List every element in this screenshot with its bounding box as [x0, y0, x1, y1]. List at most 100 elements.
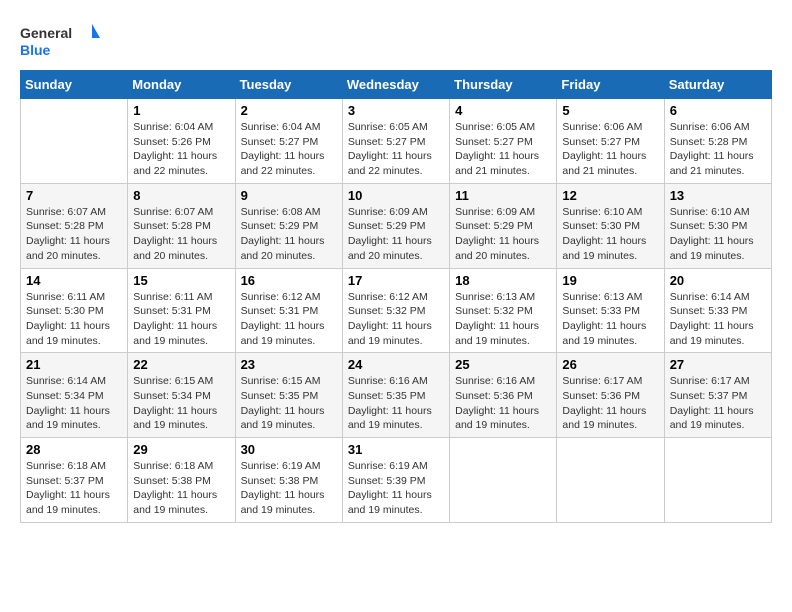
day-info: Sunrise: 6:14 AM Sunset: 5:34 PM Dayligh… [26, 374, 122, 433]
day-number: 2 [241, 103, 337, 118]
day-info: Sunrise: 6:15 AM Sunset: 5:34 PM Dayligh… [133, 374, 229, 433]
calendar-cell: 15Sunrise: 6:11 AM Sunset: 5:31 PM Dayli… [128, 268, 235, 353]
calendar-cell: 18Sunrise: 6:13 AM Sunset: 5:32 PM Dayli… [450, 268, 557, 353]
day-info: Sunrise: 6:12 AM Sunset: 5:31 PM Dayligh… [241, 290, 337, 349]
svg-text:General: General [20, 25, 72, 41]
day-number: 28 [26, 442, 122, 457]
calendar-cell: 19Sunrise: 6:13 AM Sunset: 5:33 PM Dayli… [557, 268, 664, 353]
calendar-cell: 8 Sunrise: 6:07 AM Sunset: 5:28 PM Daylig… [128, 183, 235, 268]
day-info: Sunrise: 6:14 AM Sunset: 5:33 PM Dayligh… [670, 290, 766, 349]
day-number: 25 [455, 357, 551, 372]
day-number: 30 [241, 442, 337, 457]
calendar-cell: 16 Sunrise: 6:12 AM Sunset: 5:31 PM Dayli… [235, 268, 342, 353]
day-info: Sunrise: 6:17 AM Sunset: 5:36 PM Dayligh… [562, 374, 658, 433]
calendar-table: SundayMondayTuesdayWednesdayThursdayFrid… [20, 70, 772, 523]
page-header: General Blue [20, 20, 772, 60]
calendar-cell: 7 Sunrise: 6:07 AM Sunset: 5:28 PM Daylig… [21, 183, 128, 268]
calendar-cell: 24Sunrise: 6:16 AM Sunset: 5:35 PM Dayli… [342, 353, 449, 438]
weekday-header-tuesday: Tuesday [235, 71, 342, 99]
weekday-header-row: SundayMondayTuesdayWednesdayThursdayFrid… [21, 71, 772, 99]
weekday-header-wednesday: Wednesday [342, 71, 449, 99]
day-number: 10 [348, 188, 444, 203]
day-info: Sunrise: 6:06 AM Sunset: 5:27 PM Dayligh… [562, 120, 658, 179]
day-info: Sunrise: 6:18 AM Sunset: 5:38 PM Dayligh… [133, 459, 229, 518]
day-info: Sunrise: 6:05 AM Sunset: 5:27 PM Dayligh… [455, 120, 551, 179]
day-info: Sunrise: 6:10 AM Sunset: 5:30 PM Dayligh… [670, 205, 766, 264]
weekday-header-thursday: Thursday [450, 71, 557, 99]
day-number: 1 [133, 103, 229, 118]
day-number: 7 [26, 188, 122, 203]
logo: General Blue [20, 20, 100, 60]
week-row-5: 28 Sunrise: 6:18 AM Sunset: 5:37 PM Dayli… [21, 438, 772, 523]
day-number: 11 [455, 188, 551, 203]
day-number: 17 [348, 273, 444, 288]
calendar-cell: 9Sunrise: 6:08 AM Sunset: 5:29 PM Daylig… [235, 183, 342, 268]
day-number: 16 [241, 273, 337, 288]
logo-icon: General Blue [20, 20, 100, 60]
calendar-cell: 2 Sunrise: 6:04 AM Sunset: 5:27 PM Daylig… [235, 99, 342, 184]
weekday-header-friday: Friday [557, 71, 664, 99]
day-number: 27 [670, 357, 766, 372]
day-number: 13 [670, 188, 766, 203]
calendar-cell: 10 Sunrise: 6:09 AM Sunset: 5:29 PM Dayli… [342, 183, 449, 268]
day-info: Sunrise: 6:12 AM Sunset: 5:32 PM Dayligh… [348, 290, 444, 349]
weekday-header-saturday: Saturday [664, 71, 771, 99]
calendar-cell: 17 Sunrise: 6:12 AM Sunset: 5:32 PM Dayli… [342, 268, 449, 353]
day-number: 23 [241, 357, 337, 372]
calendar-cell: 23 Sunrise: 6:15 AM Sunset: 5:35 PM Dayli… [235, 353, 342, 438]
calendar-cell: 26Sunrise: 6:17 AM Sunset: 5:36 PM Dayli… [557, 353, 664, 438]
calendar-cell: 11 Sunrise: 6:09 AM Sunset: 5:29 PM Dayli… [450, 183, 557, 268]
week-row-1: 1 Sunrise: 6:04 AM Sunset: 5:26 PM Daylig… [21, 99, 772, 184]
day-number: 4 [455, 103, 551, 118]
day-number: 29 [133, 442, 229, 457]
day-number: 14 [26, 273, 122, 288]
week-row-3: 14 Sunrise: 6:11 AM Sunset: 5:30 PM Dayli… [21, 268, 772, 353]
day-info: Sunrise: 6:07 AM Sunset: 5:28 PM Dayligh… [133, 205, 229, 264]
calendar-cell: 29 Sunrise: 6:18 AM Sunset: 5:38 PM Dayli… [128, 438, 235, 523]
calendar-cell: 13 Sunrise: 6:10 AM Sunset: 5:30 PM Dayli… [664, 183, 771, 268]
day-number: 6 [670, 103, 766, 118]
day-info: Sunrise: 6:19 AM Sunset: 5:39 PM Dayligh… [348, 459, 444, 518]
calendar-cell: 6Sunrise: 6:06 AM Sunset: 5:28 PM Daylig… [664, 99, 771, 184]
day-info: Sunrise: 6:19 AM Sunset: 5:38 PM Dayligh… [241, 459, 337, 518]
day-number: 3 [348, 103, 444, 118]
calendar-cell: 27Sunrise: 6:17 AM Sunset: 5:37 PM Dayli… [664, 353, 771, 438]
calendar-cell: 28 Sunrise: 6:18 AM Sunset: 5:37 PM Dayli… [21, 438, 128, 523]
day-info: Sunrise: 6:11 AM Sunset: 5:30 PM Dayligh… [26, 290, 122, 349]
day-number: 21 [26, 357, 122, 372]
day-number: 8 [133, 188, 229, 203]
calendar-cell: 31 Sunrise: 6:19 AM Sunset: 5:39 PM Dayli… [342, 438, 449, 523]
weekday-header-monday: Monday [128, 71, 235, 99]
week-row-4: 21 Sunrise: 6:14 AM Sunset: 5:34 PM Dayli… [21, 353, 772, 438]
day-info: Sunrise: 6:09 AM Sunset: 5:29 PM Dayligh… [455, 205, 551, 264]
day-info: Sunrise: 6:08 AM Sunset: 5:29 PM Dayligh… [241, 205, 337, 264]
day-info: Sunrise: 6:04 AM Sunset: 5:27 PM Dayligh… [241, 120, 337, 179]
day-info: Sunrise: 6:13 AM Sunset: 5:32 PM Dayligh… [455, 290, 551, 349]
calendar-cell: 1 Sunrise: 6:04 AM Sunset: 5:26 PM Daylig… [128, 99, 235, 184]
weekday-header-sunday: Sunday [21, 71, 128, 99]
day-info: Sunrise: 6:16 AM Sunset: 5:36 PM Dayligh… [455, 374, 551, 433]
calendar-cell: 21 Sunrise: 6:14 AM Sunset: 5:34 PM Dayli… [21, 353, 128, 438]
calendar-cell [450, 438, 557, 523]
calendar-cell: 30 Sunrise: 6:19 AM Sunset: 5:38 PM Dayli… [235, 438, 342, 523]
day-info: Sunrise: 6:18 AM Sunset: 5:37 PM Dayligh… [26, 459, 122, 518]
day-info: Sunrise: 6:09 AM Sunset: 5:29 PM Dayligh… [348, 205, 444, 264]
day-number: 19 [562, 273, 658, 288]
day-info: Sunrise: 6:04 AM Sunset: 5:26 PM Dayligh… [133, 120, 229, 179]
calendar-cell: 25 Sunrise: 6:16 AM Sunset: 5:36 PM Dayli… [450, 353, 557, 438]
calendar-cell [557, 438, 664, 523]
day-number: 31 [348, 442, 444, 457]
calendar-cell: 22Sunrise: 6:15 AM Sunset: 5:34 PM Dayli… [128, 353, 235, 438]
svg-text:Blue: Blue [20, 42, 51, 58]
day-info: Sunrise: 6:05 AM Sunset: 5:27 PM Dayligh… [348, 120, 444, 179]
calendar-cell: 20 Sunrise: 6:14 AM Sunset: 5:33 PM Dayli… [664, 268, 771, 353]
day-info: Sunrise: 6:15 AM Sunset: 5:35 PM Dayligh… [241, 374, 337, 433]
calendar-cell [664, 438, 771, 523]
calendar-cell [21, 99, 128, 184]
day-number: 15 [133, 273, 229, 288]
day-info: Sunrise: 6:07 AM Sunset: 5:28 PM Dayligh… [26, 205, 122, 264]
day-info: Sunrise: 6:10 AM Sunset: 5:30 PM Dayligh… [562, 205, 658, 264]
day-number: 20 [670, 273, 766, 288]
calendar-cell: 14 Sunrise: 6:11 AM Sunset: 5:30 PM Dayli… [21, 268, 128, 353]
calendar-cell: 5Sunrise: 6:06 AM Sunset: 5:27 PM Daylig… [557, 99, 664, 184]
